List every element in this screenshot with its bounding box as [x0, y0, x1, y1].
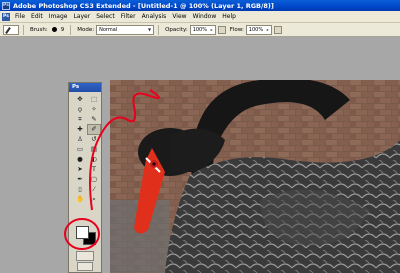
- magic-wand-tool-icon[interactable]: ✧: [88, 105, 100, 114]
- gradient-tool-icon[interactable]: ▤: [88, 145, 100, 154]
- separator: [70, 24, 72, 35]
- dodge-tool-icon[interactable]: ◐: [88, 155, 100, 164]
- menu-image[interactable]: Image: [46, 13, 71, 20]
- window-title: Adobe Photoshop CS3 Extended - [Untitled…: [13, 1, 274, 10]
- brush-size[interactable]: 9: [61, 27, 65, 33]
- menu-file[interactable]: File: [12, 13, 28, 20]
- flow-field[interactable]: 100% ▸: [245, 24, 272, 35]
- chevron-right-icon: ▸: [210, 27, 213, 32]
- color-swatches: [73, 224, 97, 246]
- menu-select[interactable]: Select: [93, 13, 118, 20]
- menu-layer[interactable]: Layer: [70, 13, 93, 20]
- ps-menu-logo-icon[interactable]: Ps: [2, 12, 10, 21]
- shape-tool-icon[interactable]: ▢: [88, 175, 100, 184]
- brush-tool-icon[interactable]: ✐: [87, 124, 101, 135]
- quick-mask-button[interactable]: [76, 251, 94, 261]
- menu-view[interactable]: View: [169, 13, 189, 20]
- mode-label: Mode:: [77, 26, 95, 33]
- menu-filter[interactable]: Filter: [118, 13, 139, 20]
- document-canvas[interactable]: [110, 80, 400, 273]
- opacity-field[interactable]: 100% ▸: [189, 24, 216, 35]
- photoshop-window: Ps Adobe Photoshop CS3 Extended - [Untit…: [0, 0, 400, 273]
- options-bar: Brush: 9 Mode: Normal ▼ Opacity: 100% ▸ …: [0, 23, 400, 37]
- marquee-tool-icon[interactable]: ⬚: [88, 95, 100, 104]
- hand-tool-icon[interactable]: ✋: [74, 195, 86, 204]
- lasso-tool-icon[interactable]: ϙ: [74, 105, 86, 114]
- crop-tool-icon[interactable]: ⌗: [74, 115, 86, 124]
- notes-tool-icon[interactable]: ▯: [74, 185, 86, 194]
- tool-grid: ✥ ⬚ ϙ ✧ ⌗ ✎ ✚ ✐ ♙ ↺ ▭ ▤ ● ◐ ➤ T ✒ ▢ ▯ ⁄ ✋ ⌕: [69, 92, 101, 204]
- blur-tool-icon[interactable]: ●: [74, 155, 86, 164]
- separator: [23, 24, 24, 35]
- opacity-value: 100%: [192, 26, 207, 33]
- toolbox-header[interactable]: Ps: [69, 83, 101, 92]
- flow-value: 100%: [248, 26, 264, 33]
- healing-brush-tool-icon[interactable]: ✚: [74, 125, 86, 134]
- menu-edit[interactable]: Edit: [28, 13, 46, 20]
- photoshop-app-icon: Ps: [2, 1, 10, 10]
- swan-photo: [110, 80, 400, 273]
- separator: [158, 24, 160, 35]
- title-bar: Ps Adobe Photoshop CS3 Extended - [Untit…: [0, 0, 400, 11]
- eraser-tool-icon[interactable]: ▭: [74, 145, 86, 154]
- clone-stamp-tool-icon[interactable]: ♙: [74, 135, 86, 144]
- airbrush-icon[interactable]: [273, 25, 282, 34]
- menu-bar: Ps File Edit Image Layer Select Filter A…: [0, 11, 400, 23]
- brush-label: Brush:: [30, 26, 48, 33]
- flow-label: Flow:: [229, 26, 244, 33]
- slice-tool-icon[interactable]: ✎: [88, 115, 100, 124]
- toolbox-panel: Ps ✥ ⬚ ϙ ✧ ⌗ ✎ ✚ ✐ ♙ ↺ ▭ ▤ ● ◐ ➤ T ✒ ▢ ▯ ⁄ ✋ ⌕: [68, 82, 102, 273]
- brush-preview-icon[interactable]: [51, 27, 57, 32]
- menu-analysis[interactable]: Analysis: [139, 13, 170, 20]
- chevron-down-icon: ▼: [148, 27, 152, 32]
- type-tool-icon[interactable]: T: [88, 165, 100, 174]
- eyedropper-tool-icon[interactable]: ⁄: [88, 185, 100, 194]
- tablet-pressure-icon[interactable]: [217, 25, 226, 34]
- foreground-color-swatch[interactable]: [76, 226, 89, 239]
- mode-value: Normal: [99, 26, 118, 33]
- mode-dropdown[interactable]: Normal ▼: [96, 24, 155, 35]
- menu-help[interactable]: Help: [219, 13, 239, 20]
- screen-mode-button[interactable]: [77, 262, 93, 271]
- pen-tool-icon[interactable]: ✒: [74, 175, 86, 184]
- tool-preset-picker[interactable]: [3, 24, 19, 35]
- path-selection-tool-icon[interactable]: ➤: [74, 165, 86, 174]
- chevron-right-icon: ▸: [266, 27, 269, 32]
- history-brush-tool-icon[interactable]: ↺: [88, 135, 100, 144]
- zoom-tool-icon[interactable]: ⌕: [88, 195, 100, 204]
- opacity-label: Opacity:: [165, 26, 188, 33]
- menu-window[interactable]: Window: [190, 13, 220, 20]
- move-tool-icon[interactable]: ✥: [74, 95, 86, 104]
